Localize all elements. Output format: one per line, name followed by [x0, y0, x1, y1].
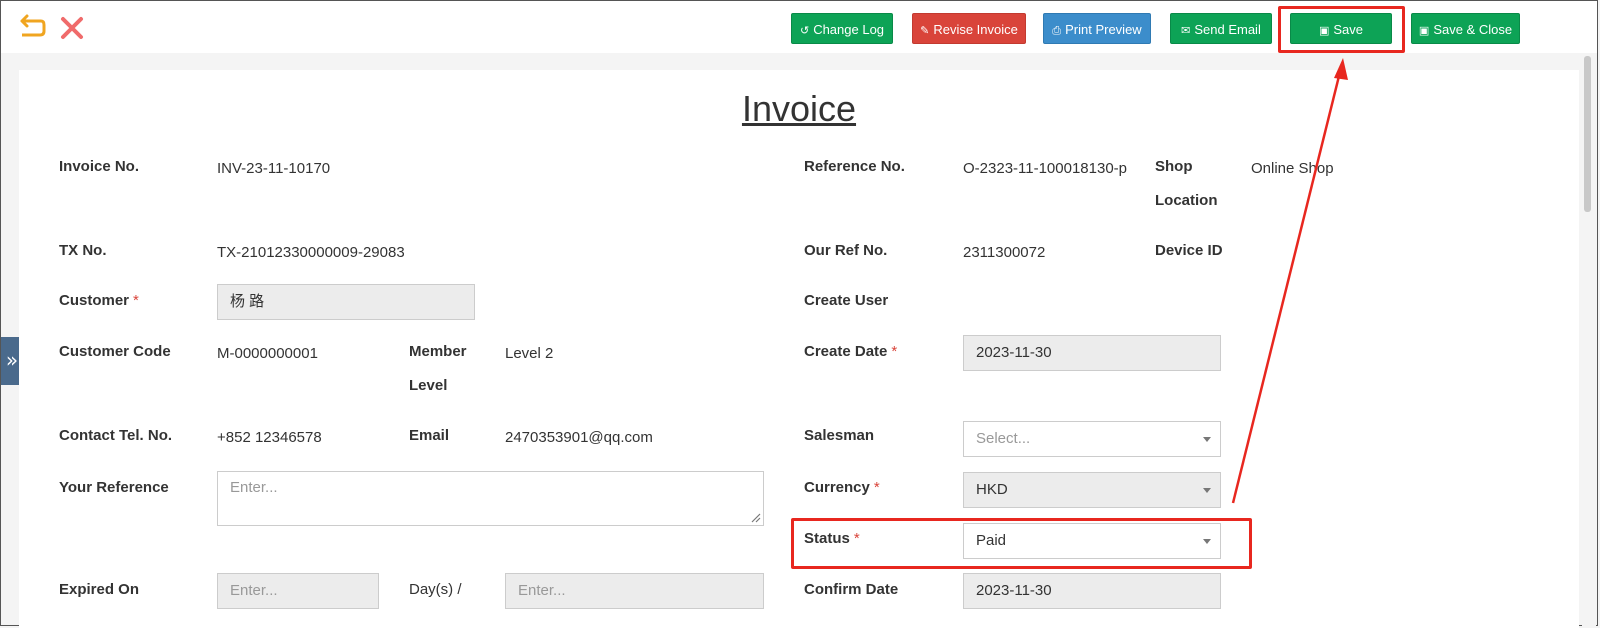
annotation-arrow: [1231, 58, 1348, 504]
